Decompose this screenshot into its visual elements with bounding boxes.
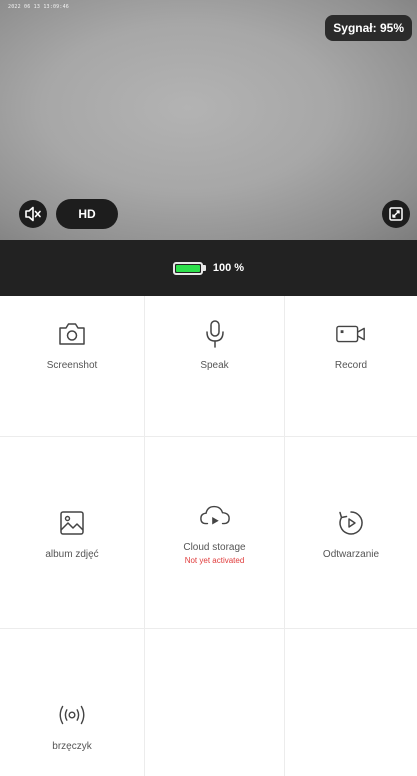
quality-button[interactable]: HD [56, 199, 118, 229]
camera-preview[interactable]: 2022 06 13 13:09:46 Sygnał: 95% HD [0, 0, 417, 240]
timestamp: 2022 06 13 13:09:46 [8, 4, 69, 10]
screenshot-button[interactable]: Screenshot [0, 296, 144, 371]
battery-bar: 100 % [0, 240, 417, 296]
speaker-muted-icon [25, 206, 41, 222]
buzzer-button[interactable]: brzęczyk [0, 629, 144, 752]
camera-icon [59, 323, 85, 345]
mute-button[interactable] [19, 200, 47, 228]
video-camera-icon [336, 325, 365, 343]
fullscreen-button[interactable] [382, 200, 410, 228]
microphone-icon [205, 320, 224, 348]
cloud-storage-status: Not yet activated [184, 556, 245, 565]
speak-label: Speak [200, 360, 229, 371]
fullscreen-icon [389, 207, 403, 221]
buzzer-label: brzęczyk [52, 741, 92, 752]
image-icon [60, 511, 84, 535]
battery-fill [175, 264, 200, 272]
battery-level: 100 % [212, 262, 245, 274]
battery-icon [172, 261, 206, 275]
buzzer-icon [59, 705, 85, 725]
record-label: Record [334, 360, 368, 371]
album-label: album zdjęć [45, 549, 99, 560]
cloud-storage-label: Cloud storage [183, 542, 246, 553]
record-button[interactable]: Record [285, 296, 417, 371]
action-grid: Screenshot Speak Record album zdjęć Clou… [0, 296, 417, 776]
speak-button[interactable]: Speak [145, 296, 284, 371]
playback-label: Odtwarzanie [322, 549, 380, 560]
cloud-play-icon [199, 505, 230, 525]
signal-badge: Sygnał: 95% [325, 15, 412, 41]
playback-button[interactable]: Odtwarzanie [285, 437, 417, 560]
playback-icon [339, 511, 363, 535]
album-button[interactable]: album zdjęć [0, 437, 144, 560]
screenshot-label: Screenshot [46, 360, 98, 371]
cloud-storage-button[interactable]: Cloud storage Not yet activated [145, 437, 284, 565]
